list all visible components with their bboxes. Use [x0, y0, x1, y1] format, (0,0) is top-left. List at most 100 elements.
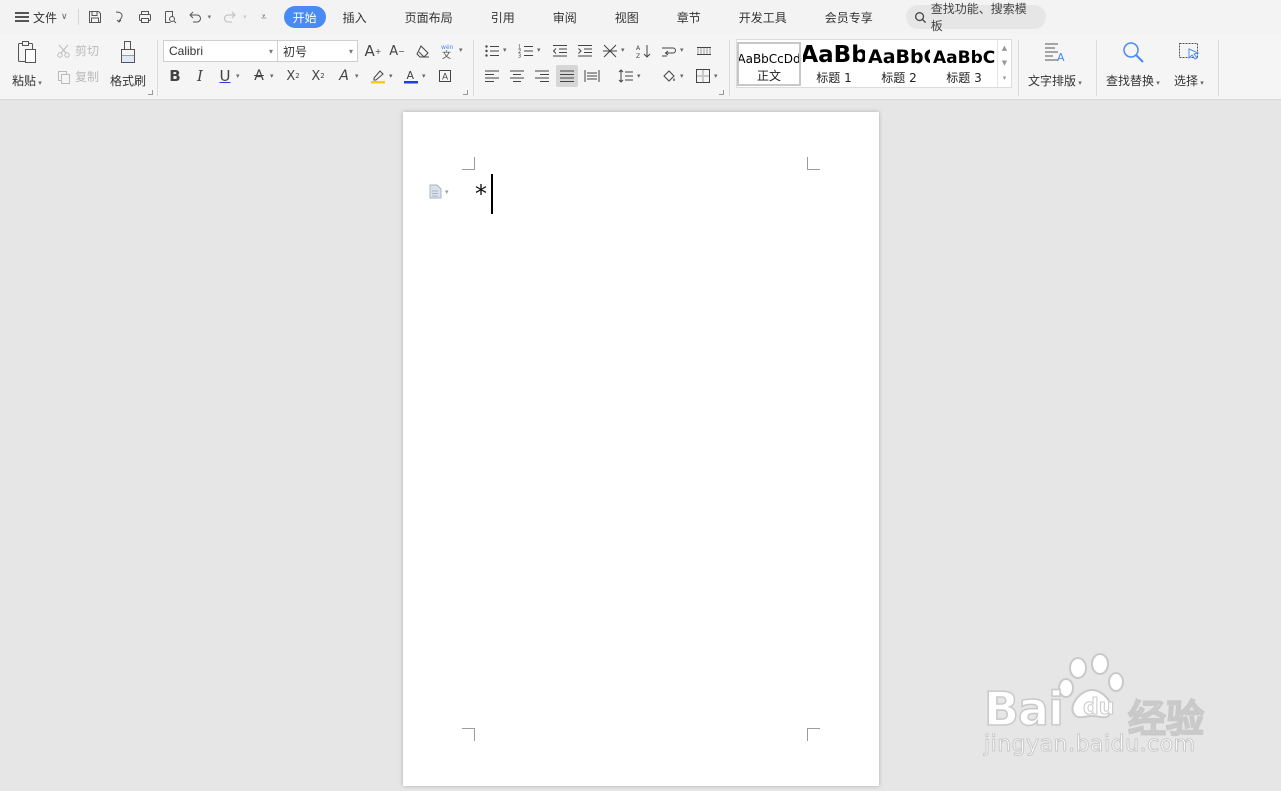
- tab-home[interactable]: 开始: [283, 6, 326, 28]
- distributed-align-icon[interactable]: [581, 65, 603, 87]
- font-dialog-launcher[interactable]: [463, 90, 468, 95]
- paragraph-dialog-launcher[interactable]: [719, 90, 724, 95]
- style-normal-name: 正文: [756, 69, 781, 83]
- font-name-select[interactable]: Calibri ▾: [163, 40, 278, 62]
- numbered-list-dropdown-icon[interactable]: ▾: [537, 46, 541, 54]
- tab-page-layout[interactable]: 页面布局: [392, 6, 466, 28]
- align-justify-icon[interactable]: [556, 65, 578, 87]
- divider: [77, 9, 79, 25]
- print-preview-icon[interactable]: [158, 5, 182, 29]
- margin-corner-bottom-right: [807, 728, 820, 741]
- sort-icon[interactable]: AZ: [633, 40, 655, 62]
- clipboard-dialog-launcher[interactable]: [148, 90, 153, 95]
- tab-section[interactable]: 章节: [664, 6, 714, 28]
- style-heading-2[interactable]: AaBbC 标题 2: [867, 42, 931, 86]
- style-heading-1[interactable]: AaBb 标题 1: [802, 42, 866, 86]
- function-search-box[interactable]: 查找功能、搜索模板: [905, 2, 1046, 33]
- highlight-icon[interactable]: [367, 65, 389, 87]
- line-spacing-dropdown-icon[interactable]: ▾: [637, 72, 641, 80]
- tab-member[interactable]: 会员专享: [812, 6, 886, 28]
- document-page[interactable]: ▾ *: [403, 112, 879, 786]
- strikethrough-dropdown-icon[interactable]: ▾: [270, 72, 274, 80]
- decrease-indent-icon[interactable]: [549, 40, 571, 62]
- scroll-up-icon[interactable]: ▲: [998, 40, 1011, 55]
- shading-icon[interactable]: [658, 65, 680, 87]
- chinese-layout-icon[interactable]: [599, 40, 621, 62]
- print-icon[interactable]: [133, 5, 157, 29]
- paste-button[interactable]: 粘贴 ▾: [12, 38, 42, 89]
- svg-text:A: A: [1057, 51, 1065, 64]
- font-color-dropdown-icon[interactable]: ▾: [422, 72, 426, 80]
- tab-insert[interactable]: 插入: [330, 6, 380, 28]
- undo-icon[interactable]: [183, 5, 207, 29]
- paste-icon: [13, 38, 41, 66]
- cut-button[interactable]: 剪切: [56, 42, 99, 59]
- chevron-down-icon: ∨: [61, 12, 68, 22]
- highlight-dropdown-icon[interactable]: ▾: [389, 72, 393, 80]
- tab-references[interactable]: 引用: [478, 6, 528, 28]
- output-pdf-icon[interactable]: [108, 5, 132, 29]
- bullet-list-dropdown-icon[interactable]: ▾: [503, 46, 507, 54]
- clear-format-icon[interactable]: [412, 40, 434, 62]
- svg-text:文: 文: [442, 49, 451, 59]
- italic-icon[interactable]: I: [189, 65, 211, 87]
- borders-icon[interactable]: [692, 65, 714, 87]
- font-color-icon[interactable]: A: [400, 65, 422, 87]
- chinese-layout-dropdown-icon[interactable]: ▾: [621, 46, 625, 54]
- character-border-icon[interactable]: A: [434, 65, 456, 87]
- bullet-list-icon[interactable]: [481, 40, 503, 62]
- tab-developer[interactable]: 开发工具: [726, 6, 800, 28]
- font-size-value: 初号: [283, 44, 308, 59]
- file-menu-button[interactable]: 文件 ∨: [0, 0, 74, 34]
- underline-icon[interactable]: U: [214, 65, 236, 87]
- style-heading-2-preview: AaBbC: [868, 46, 930, 68]
- format-painter-button[interactable]: 格式刷: [110, 38, 146, 89]
- margin-corner-bottom-left: [462, 728, 475, 741]
- subscript-icon[interactable]: X2: [307, 65, 329, 87]
- superscript-icon[interactable]: X2: [282, 65, 304, 87]
- styles-expand-icon[interactable]: ▾: [998, 70, 1011, 85]
- align-left-icon[interactable]: [481, 65, 503, 87]
- save-icon[interactable]: [83, 5, 107, 29]
- decrease-font-size-icon[interactable]: A −: [386, 40, 408, 62]
- shading-dropdown-icon[interactable]: ▾: [680, 72, 684, 80]
- redo-icon[interactable]: [218, 5, 242, 29]
- style-heading-3[interactable]: AaBbCc 标题 3: [932, 42, 996, 86]
- find-replace-button[interactable]: 查找替换 ▾: [1106, 38, 1160, 89]
- copy-button[interactable]: 复制: [56, 68, 99, 85]
- show-paragraph-marks-icon[interactable]: [658, 40, 680, 62]
- align-center-icon[interactable]: [506, 65, 528, 87]
- scroll-down-icon[interactable]: ▼: [998, 55, 1011, 70]
- cut-label: 剪切: [75, 44, 100, 58]
- align-right-icon[interactable]: [531, 65, 553, 87]
- phonetic-guide-icon[interactable]: wén 文: [437, 40, 459, 62]
- text-layout-button[interactable]: A 文字排版 ▾: [1028, 38, 1082, 89]
- paste-label: 粘贴: [12, 74, 37, 88]
- tab-review[interactable]: 审阅: [540, 6, 590, 28]
- document-text[interactable]: *: [475, 174, 487, 214]
- tab-stops-icon[interactable]: [693, 40, 715, 62]
- tab-view[interactable]: 视图: [602, 6, 652, 28]
- strikethrough-icon[interactable]: A: [248, 65, 270, 87]
- select-button[interactable]: 选择 ▾: [1174, 38, 1204, 89]
- underline-dropdown-icon[interactable]: ▾: [236, 72, 240, 80]
- style-heading-3-name: 标题 3: [946, 71, 982, 85]
- search-icon: [914, 11, 926, 23]
- paragraph-layout-button[interactable]: ▾: [429, 184, 449, 199]
- bold-icon[interactable]: B: [164, 65, 186, 87]
- paragraph-marks-dropdown-icon[interactable]: ▾: [680, 46, 684, 54]
- font-size-select[interactable]: 初号 ▾: [277, 40, 358, 62]
- phonetic-dropdown-icon[interactable]: ▾: [459, 46, 463, 54]
- line-spacing-icon[interactable]: [615, 65, 637, 87]
- customize-toolbar-icon[interactable]: ⩡: [252, 5, 276, 29]
- increase-indent-icon[interactable]: [574, 40, 596, 62]
- style-normal[interactable]: AaBbCcDd 正文: [737, 42, 801, 86]
- redo-dropdown-icon[interactable]: ▾: [243, 13, 247, 21]
- copy-icon: [58, 70, 70, 84]
- undo-dropdown-icon[interactable]: ▾: [208, 13, 212, 21]
- text-effect-dropdown-icon[interactable]: ▾: [355, 72, 359, 80]
- text-effect-icon[interactable]: A: [333, 65, 355, 87]
- numbered-list-icon[interactable]: 123: [515, 40, 537, 62]
- borders-dropdown-icon[interactable]: ▾: [714, 72, 718, 80]
- increase-font-size-icon[interactable]: A +: [362, 40, 384, 62]
